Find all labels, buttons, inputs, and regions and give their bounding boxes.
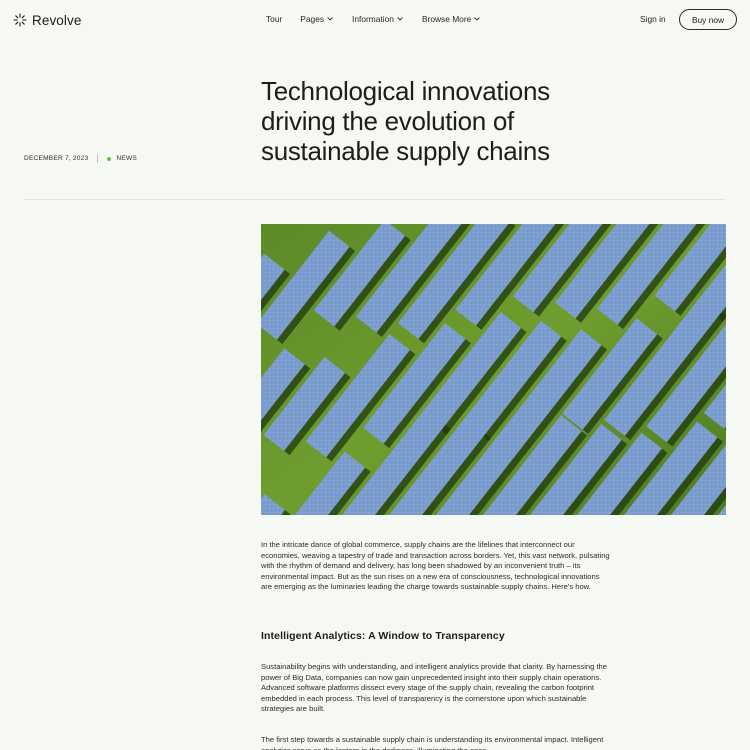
main-menu: Tour Pages Information Browse More <box>266 14 481 24</box>
nav-information-label: Information <box>352 14 394 24</box>
section-heading: Intelligent Analytics: A Window to Trans… <box>261 630 505 642</box>
chevron-down-icon <box>397 17 403 21</box>
intro-paragraph: In the intricate dance of global commerc… <box>261 540 610 592</box>
brand-logo[interactable]: Revolve <box>13 10 81 30</box>
publish-date: DECEMBER 7, 2023 <box>24 155 89 162</box>
solar-panels-image <box>261 224 726 515</box>
article-title: Technological innovations driving the ev… <box>261 76 550 166</box>
meta-divider <box>97 154 99 163</box>
article-meta: DECEMBER 7, 2023 NEWS <box>24 154 137 163</box>
category-tag[interactable]: NEWS <box>116 155 137 162</box>
header-divider <box>24 199 725 200</box>
nav-information[interactable]: Information <box>352 14 403 24</box>
hero-image <box>261 224 726 515</box>
section-paragraph: The first step towards a sustainable sup… <box>261 735 604 750</box>
nav-tour-label: Tour <box>266 14 283 24</box>
nav-browse-more-label: Browse More <box>421 14 472 24</box>
brand-name: Revolve <box>32 12 82 28</box>
nav-pages[interactable]: Pages <box>300 14 333 24</box>
sign-in-link[interactable]: Sign in <box>640 14 666 24</box>
buy-now-button[interactable]: Buy now <box>679 9 737 30</box>
sun-burst-icon <box>13 13 27 27</box>
category-dot-icon <box>107 156 112 161</box>
chevron-down-icon <box>327 17 333 21</box>
top-navigation: Revolve Tour Pages Information Browse Mo… <box>0 0 750 40</box>
nav-pages-label: Pages <box>300 14 325 24</box>
nav-browse-more[interactable]: Browse More <box>421 14 481 24</box>
chevron-down-icon <box>474 17 481 21</box>
nav-tour[interactable]: Tour <box>266 14 282 24</box>
section-paragraph: Sustainability begins with understanding… <box>261 662 607 714</box>
